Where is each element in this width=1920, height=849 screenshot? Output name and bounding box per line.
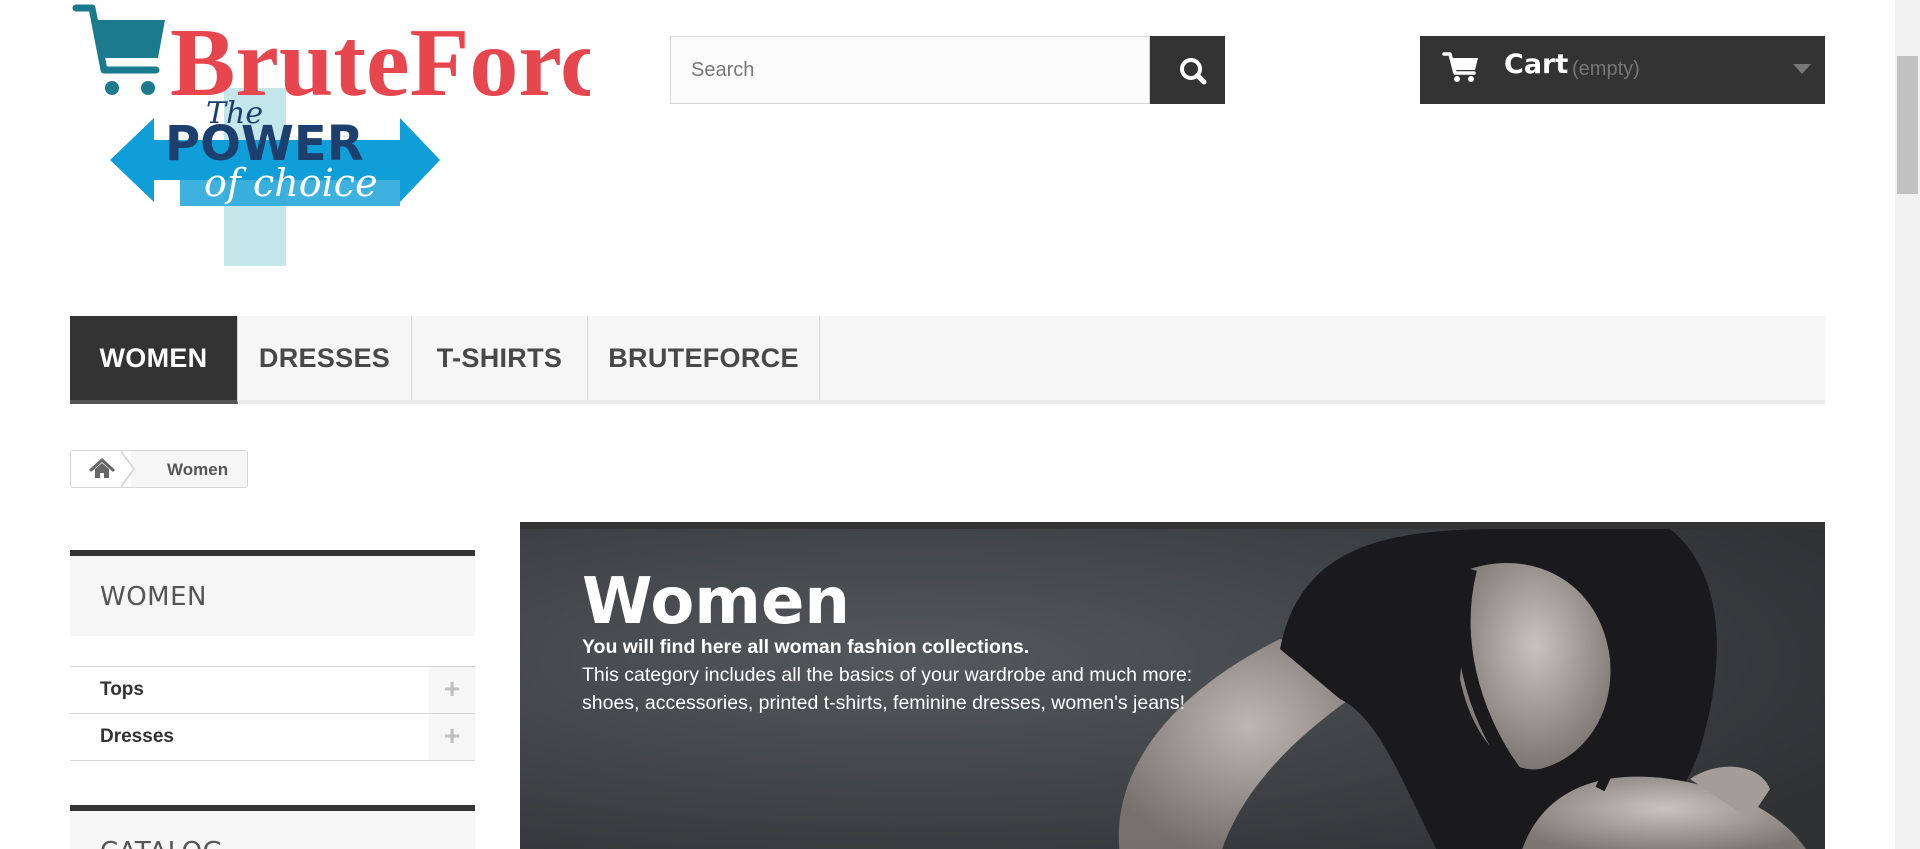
cart-label: Cart bbox=[1504, 49, 1569, 80]
site-logo[interactable]: BruteForce The POWER of choice bbox=[70, 0, 647, 270]
sidebar-block-catalog: CATALOG bbox=[70, 805, 475, 849]
sidebar-block-title: CATALOG bbox=[100, 837, 223, 849]
sidebar-block-title: WOMEN bbox=[100, 582, 207, 612]
category-item-tops[interactable]: Tops + bbox=[70, 666, 475, 713]
expand-plus-icon[interactable]: + bbox=[429, 667, 475, 713]
menu-tab-women[interactable]: WOMEN bbox=[70, 316, 238, 404]
sidebar-block-women: WOMEN bbox=[70, 550, 475, 636]
search-input[interactable] bbox=[670, 36, 1150, 104]
category-label: Dresses bbox=[100, 726, 174, 747]
cart-button[interactable]: Cart (empty) bbox=[1420, 36, 1825, 104]
cart-status: (empty) bbox=[1572, 58, 1640, 80]
logo-cart-icon bbox=[72, 4, 165, 95]
scrollbar-thumb[interactable] bbox=[1897, 56, 1918, 194]
category-label: Tops bbox=[100, 679, 144, 700]
breadcrumb-separator-fill bbox=[119, 451, 133, 487]
search-button[interactable] bbox=[1150, 36, 1225, 104]
category-item-dresses[interactable]: Dresses + bbox=[70, 713, 475, 761]
logo-tagline-choice: of choice bbox=[204, 161, 378, 205]
search-icon bbox=[1180, 58, 1207, 85]
chevron-down-icon[interactable] bbox=[1793, 64, 1811, 74]
menu-tab-t-shirts[interactable]: T-SHIRTS bbox=[412, 316, 588, 400]
menu-tab-bruteforce[interactable]: BRUTEFORCE bbox=[588, 316, 820, 400]
shopping-cart-icon bbox=[1442, 52, 1478, 82]
main-menu: WOMEN DRESSES T-SHIRTS BRUTEFORCE bbox=[70, 316, 1825, 404]
breadcrumb-current: Women bbox=[167, 460, 229, 479]
menu-tab-dresses[interactable]: DRESSES bbox=[238, 316, 412, 400]
breadcrumb: Women bbox=[70, 450, 248, 488]
banner-bold-text: You will find here all woman fashion col… bbox=[582, 636, 1030, 658]
expand-plus-icon[interactable]: + bbox=[429, 714, 475, 760]
banner-description-line: shoes, accessories, printed t-shirts, fe… bbox=[582, 692, 1186, 714]
category-banner: Women You will find here all woman fashi… bbox=[520, 522, 1825, 849]
banner-description-line: This category includes all the basics of… bbox=[582, 664, 1193, 686]
banner-title: Women bbox=[582, 565, 850, 639]
